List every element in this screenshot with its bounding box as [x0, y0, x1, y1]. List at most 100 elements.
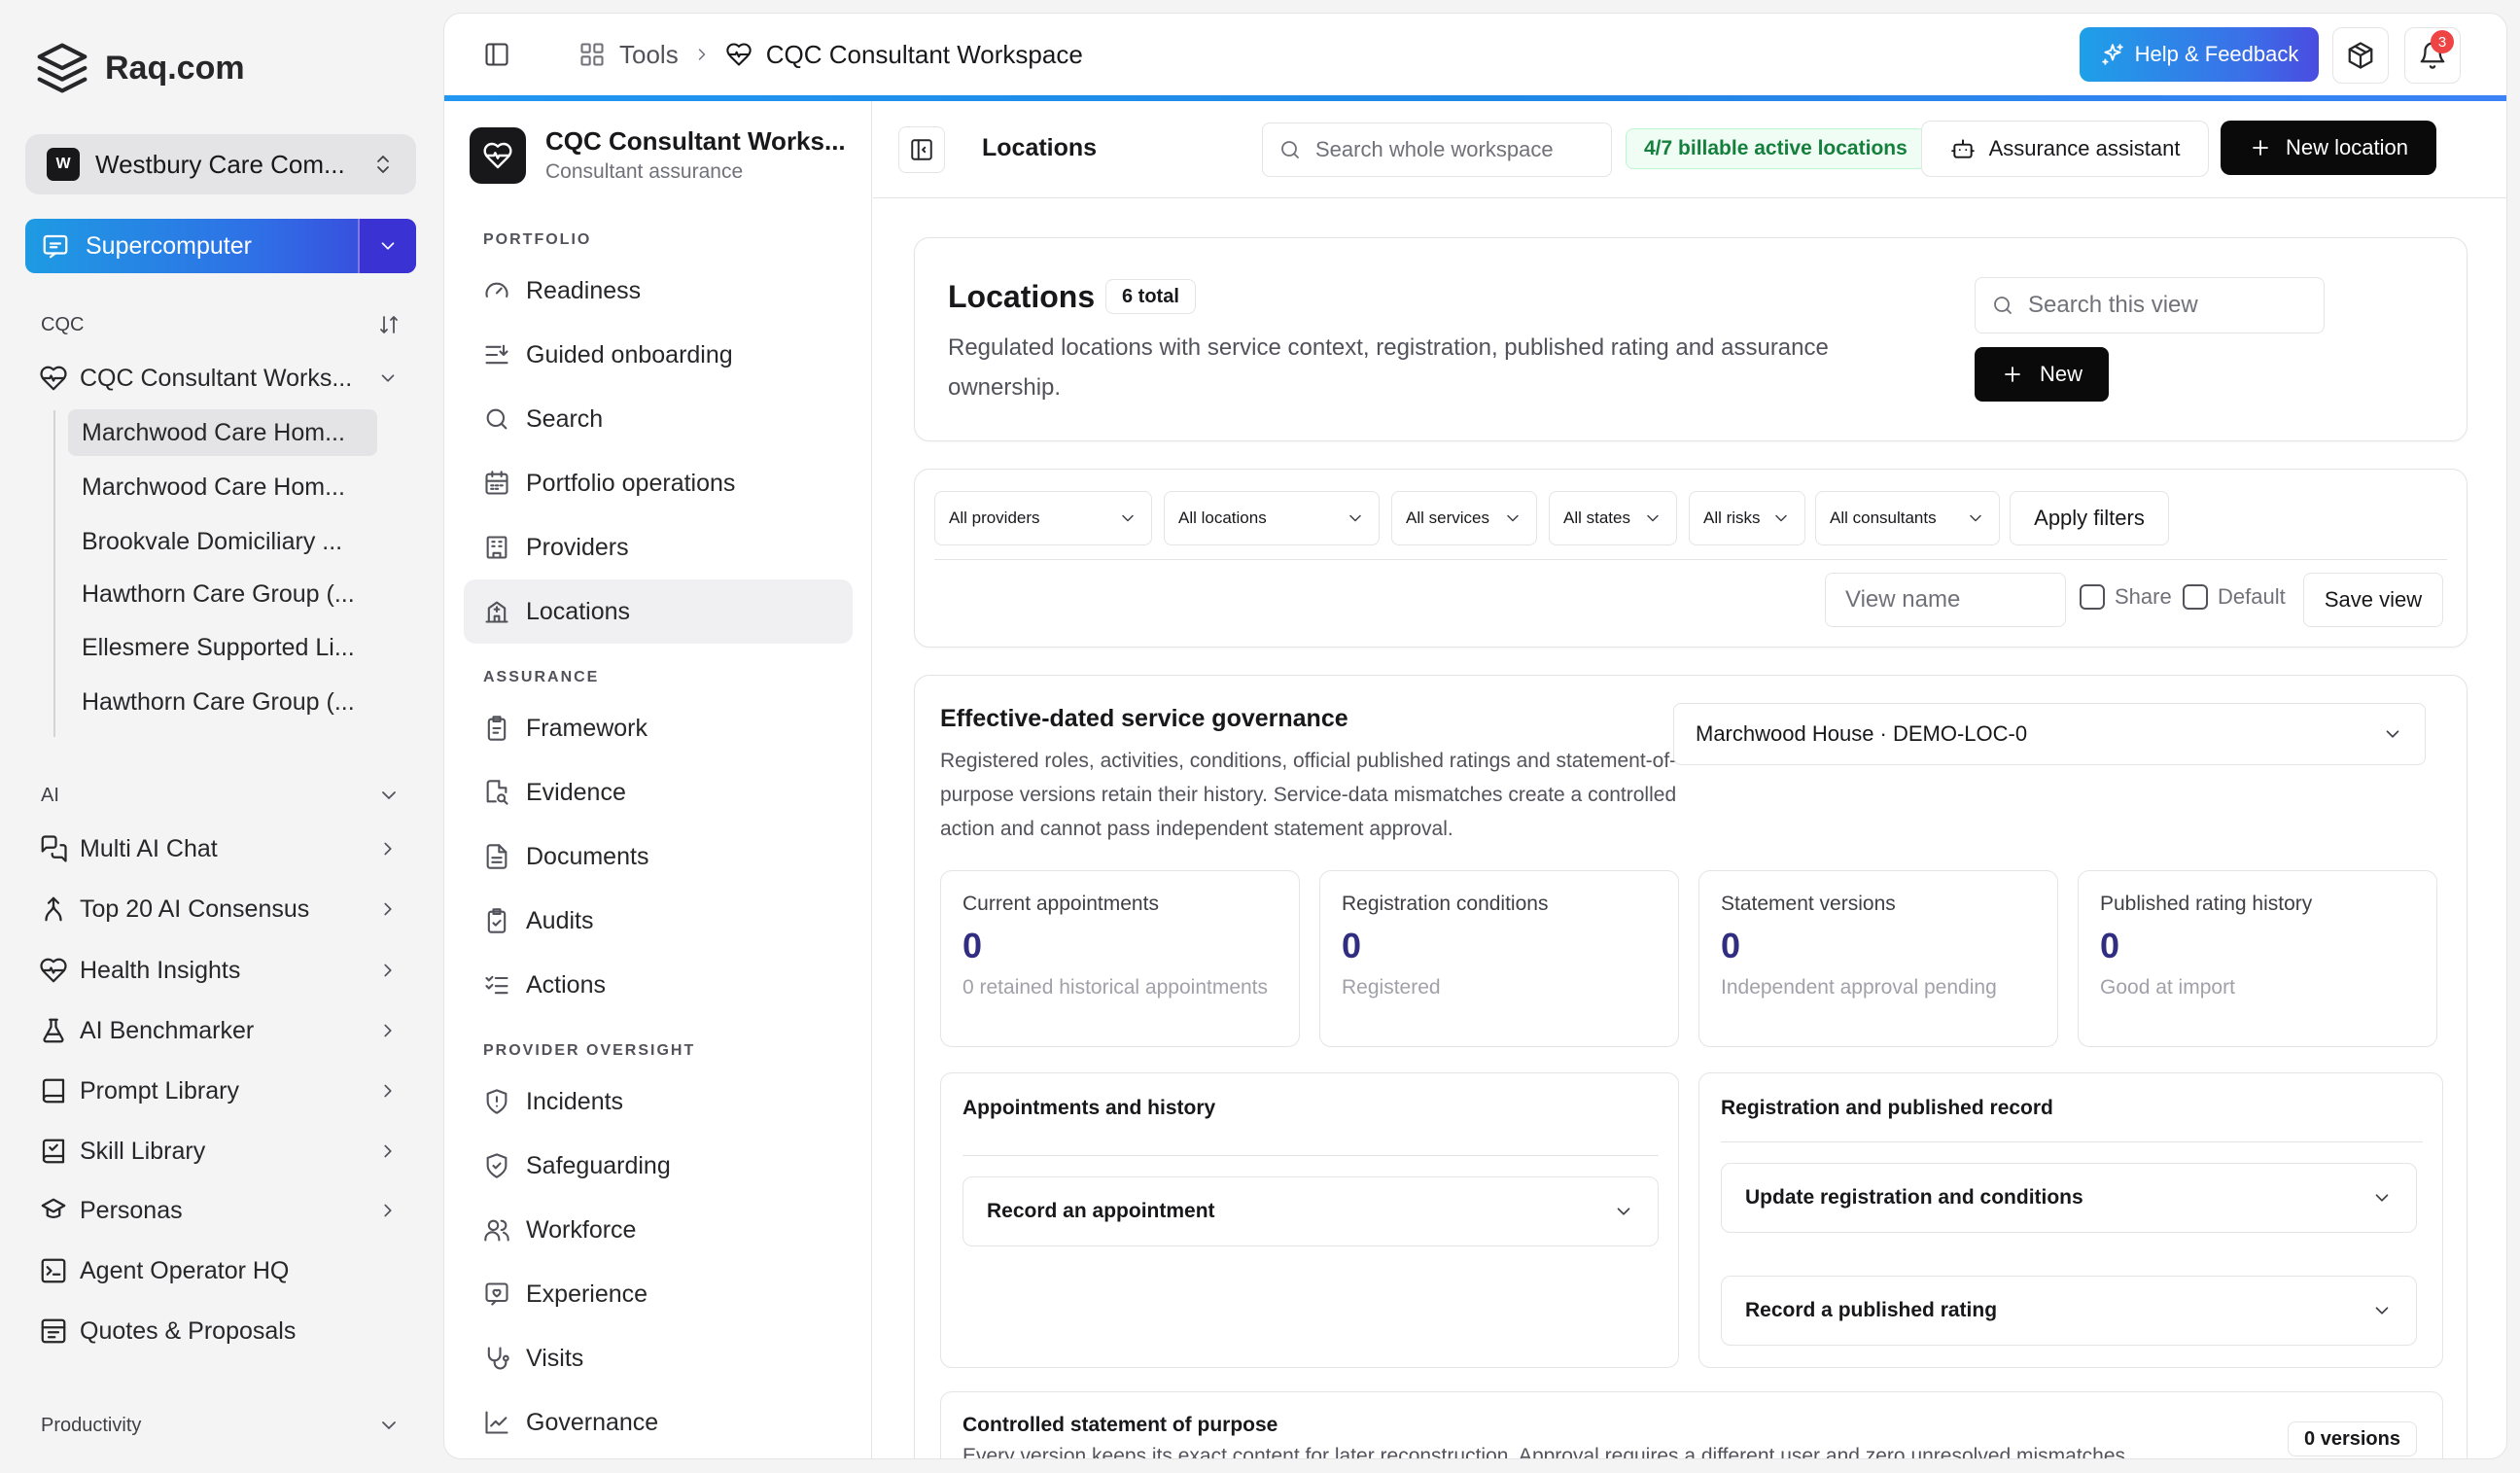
- nav-item-actions[interactable]: Actions: [464, 953, 853, 1017]
- supercomputer-dropdown[interactable]: [358, 219, 416, 273]
- sidebar-item-quotes-proposals[interactable]: Quotes & Proposals: [39, 1309, 399, 1353]
- nav-item-experience[interactable]: Experience: [464, 1262, 853, 1326]
- default-checkbox[interactable]: Default: [2183, 584, 2286, 610]
- sidebar-toggle-icon[interactable]: [483, 41, 510, 68]
- apply-filters-button[interactable]: Apply filters: [2010, 491, 2169, 545]
- brand[interactable]: Raq.com: [35, 39, 245, 97]
- sidebar-item-personas[interactable]: Personas: [39, 1188, 399, 1233]
- section-ai[interactable]: AI: [41, 784, 401, 807]
- supercomputer-main[interactable]: Supercomputer: [25, 219, 358, 273]
- nav-item-documents[interactable]: Documents: [464, 824, 853, 889]
- help-feedback-button[interactable]: Help & Feedback: [2080, 27, 2319, 82]
- sort-icon[interactable]: [377, 313, 401, 336]
- sidebar-sub-item-label: Brookvale Domiciliary ...: [82, 527, 343, 555]
- sidebar-item-label: Agent Operator HQ: [80, 1256, 290, 1284]
- new-location-button[interactable]: New location: [2221, 121, 2436, 175]
- nav-item-label: Readiness: [526, 276, 642, 304]
- nav-item-evidence[interactable]: Evidence: [464, 760, 853, 824]
- org-name: Westbury Care Com...: [95, 149, 345, 179]
- filter-locations-select[interactable]: All locations: [1164, 491, 1380, 545]
- chevron-down-icon: [2371, 1300, 2393, 1321]
- sidebar-item-skill-library[interactable]: Skill Library: [39, 1129, 399, 1174]
- nav-item-label: Guided onboarding: [526, 340, 733, 368]
- book-icon: [39, 1076, 68, 1105]
- sidebar-sub-item[interactable]: Marchwood Care Hom...: [68, 409, 377, 456]
- nav-item-audits[interactable]: Audits: [464, 889, 853, 953]
- filter-states-select[interactable]: All states: [1549, 491, 1677, 545]
- chevron-right-icon: [377, 1020, 399, 1041]
- filter-providers-select[interactable]: All providers: [934, 491, 1152, 545]
- new-button[interactable]: New: [1975, 347, 2109, 402]
- nav-item-governance[interactable]: Governance: [464, 1390, 853, 1455]
- sidebar-sub-item[interactable]: Hawthorn Care Group (...: [68, 571, 377, 617]
- sidebar-item-prompt-library[interactable]: Prompt Library: [39, 1069, 399, 1113]
- update-registration-accordion[interactable]: Update registration and conditions: [1721, 1163, 2417, 1233]
- chevron-down-icon: [1613, 1201, 1634, 1222]
- sidebar-item-cqc-workspace[interactable]: CQC Consultant Works...: [39, 356, 399, 401]
- chevron-right-icon: [377, 838, 399, 859]
- nav-item-label: Visits: [526, 1344, 584, 1372]
- default-checkbox-label: Default: [2218, 584, 2286, 609]
- stat-registration-conditions: Registration conditions 0 Registered: [1319, 870, 1679, 1047]
- breadcrumb-tools[interactable]: Tools: [619, 40, 679, 70]
- nav-item-visits[interactable]: Visits: [464, 1326, 853, 1390]
- share-checkbox[interactable]: Share: [2080, 584, 2172, 610]
- nav-item-framework[interactable]: Framework: [464, 696, 853, 760]
- sidebar-sub-item[interactable]: Hawthorn Care Group (...: [68, 679, 377, 725]
- nav-item-workforce[interactable]: Workforce: [464, 1198, 853, 1262]
- nav-section-assurance: ASSURANCE: [483, 669, 600, 685]
- sidebar-sub-item[interactable]: Ellesmere Supported Li...: [68, 624, 377, 671]
- share-checkbox-box[interactable]: [2080, 584, 2105, 610]
- save-view-button[interactable]: Save view: [2303, 573, 2443, 627]
- view-name-input[interactable]: [1825, 573, 2066, 627]
- sidebar-item-ai-benchmarker[interactable]: AI Benchmarker: [39, 1008, 399, 1053]
- persona-icon: [39, 1196, 68, 1225]
- nav-item-label: Audits: [526, 906, 594, 934]
- org-switcher[interactable]: W Westbury Care Com...: [25, 134, 416, 194]
- default-checkbox-box[interactable]: [2183, 584, 2208, 610]
- sidebar-sub-item[interactable]: Brookvale Domiciliary ...: [68, 518, 377, 565]
- nav-item-search[interactable]: Search: [464, 387, 853, 451]
- package-button[interactable]: [2332, 27, 2389, 84]
- shield-check-icon: [483, 1152, 510, 1179]
- section-ai-label: AI: [41, 784, 59, 806]
- heart-pulse-icon: [482, 140, 513, 171]
- nav-item-guided-onboarding[interactable]: Guided onboarding: [464, 323, 853, 387]
- sidebar-item-health-insights[interactable]: Health Insights: [39, 948, 399, 993]
- stat-value: 0: [1342, 926, 1362, 965]
- nav-item-readiness[interactable]: Readiness: [464, 259, 853, 323]
- assurance-assistant-button[interactable]: Assurance assistant: [1921, 121, 2209, 177]
- nav-section-oversight: PROVIDER OVERSIGHT: [483, 1042, 696, 1059]
- record-appointment-accordion[interactable]: Record an appointment: [962, 1176, 1659, 1246]
- filter-consultants-select[interactable]: All consultants: [1815, 491, 2000, 545]
- filter-divider: [934, 559, 2447, 560]
- nav-item-safeguarding[interactable]: Safeguarding: [464, 1134, 853, 1198]
- sidebar-item-multi-ai-chat[interactable]: Multi AI Chat: [39, 826, 399, 871]
- location-select[interactable]: Marchwood House · DEMO-LOC-0: [1673, 703, 2426, 765]
- locations-count-badge: 6 total: [1105, 279, 1196, 314]
- filter-risks-select[interactable]: All risks: [1689, 491, 1805, 545]
- section-productivity[interactable]: Productivity: [41, 1414, 401, 1437]
- view-search-input[interactable]: [2028, 292, 2320, 319]
- nav-item-providers[interactable]: Providers: [464, 515, 853, 579]
- module-logo: [470, 126, 526, 184]
- notifications-button[interactable]: 3: [2404, 27, 2461, 84]
- filter-services-select[interactable]: All services: [1391, 491, 1537, 545]
- stat-sub: Registered: [1342, 976, 1441, 999]
- panel-toggle-button[interactable]: [898, 126, 945, 173]
- chevron-down-icon: [1346, 509, 1365, 528]
- sidebar-item-top-20-ai-consensus[interactable]: Top 20 AI Consensus: [39, 887, 399, 931]
- calendar-icon: [483, 470, 510, 497]
- nav-item-locations[interactable]: Locations: [464, 579, 853, 644]
- location-select-value: Marchwood House · DEMO-LOC-0: [1696, 721, 2028, 746]
- nav-item-portfolio-operations[interactable]: Portfolio operations: [464, 451, 853, 515]
- workspace-search-input[interactable]: [1315, 137, 1588, 162]
- record-rating-accordion[interactable]: Record a published rating: [1721, 1276, 2417, 1346]
- plus-icon: [2001, 363, 2024, 386]
- sidebar-item-label: AI Benchmarker: [80, 1016, 255, 1044]
- nav-item-label: Incidents: [526, 1087, 624, 1115]
- sidebar-item-label: Skill Library: [80, 1137, 206, 1165]
- sidebar-item-agent-operator-hq[interactable]: Agent Operator HQ: [39, 1248, 399, 1293]
- nav-item-incidents[interactable]: Incidents: [464, 1070, 853, 1134]
- sidebar-sub-item[interactable]: Marchwood Care Hom...: [68, 464, 377, 510]
